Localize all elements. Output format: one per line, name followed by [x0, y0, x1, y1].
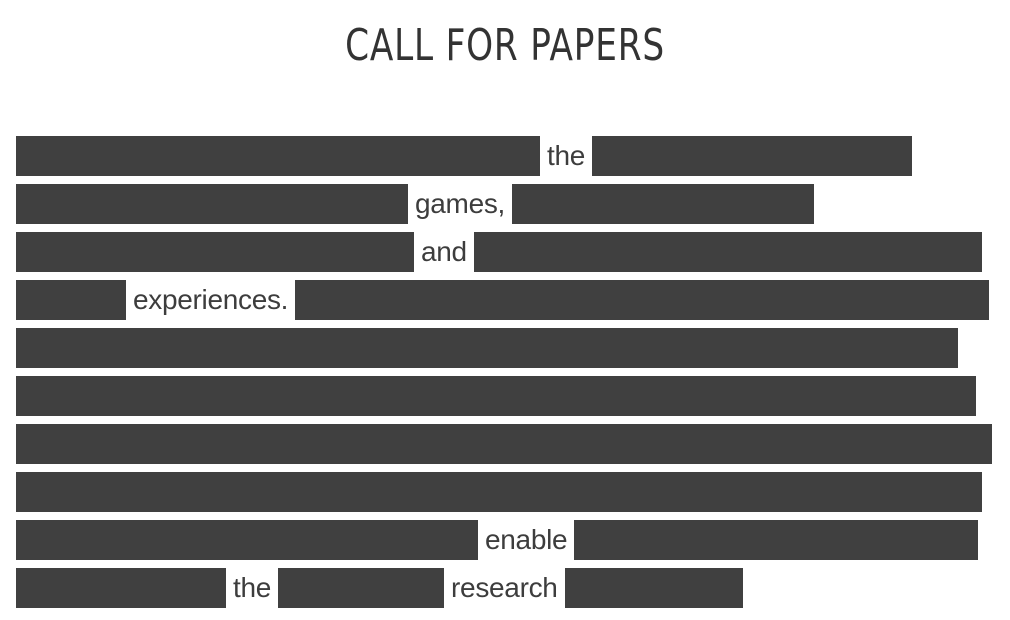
redaction-block — [564, 568, 743, 608]
visible-word: games, — [415, 188, 506, 219]
visible-word: the — [233, 572, 272, 603]
text-line — [16, 328, 996, 368]
visible-word: research — [451, 572, 558, 603]
visible-word: and — [421, 236, 467, 267]
redaction-block — [574, 520, 979, 560]
text-line: the — [16, 136, 996, 176]
text-line — [16, 376, 996, 416]
redaction-block — [278, 568, 445, 608]
text-line: the research — [16, 568, 996, 608]
redaction-block — [16, 568, 226, 608]
redaction-block — [16, 424, 992, 464]
redaction-block — [16, 280, 126, 320]
redaction-block — [16, 472, 982, 512]
redaction-block — [512, 184, 815, 224]
redaction-block — [16, 232, 414, 272]
text-line — [16, 424, 996, 464]
text-line: enable — [16, 520, 996, 560]
document-body: the games, and experiences. enable the r… — [16, 136, 996, 616]
text-line: games, — [16, 184, 996, 224]
visible-word: enable — [485, 524, 568, 555]
redaction-block — [16, 328, 958, 368]
redaction-block — [16, 520, 478, 560]
visible-word: the — [547, 140, 586, 171]
page-title: CALL FOR PAPERS — [345, 20, 665, 71]
text-line — [16, 472, 996, 512]
redaction-block — [16, 376, 976, 416]
redaction-block — [473, 232, 982, 272]
text-line: experiences. — [16, 280, 996, 320]
text-line: and — [16, 232, 996, 272]
redaction-block — [592, 136, 913, 176]
redaction-block — [295, 280, 990, 320]
visible-word: experiences. — [133, 284, 289, 315]
redaction-block — [16, 136, 540, 176]
redaction-block — [16, 184, 408, 224]
